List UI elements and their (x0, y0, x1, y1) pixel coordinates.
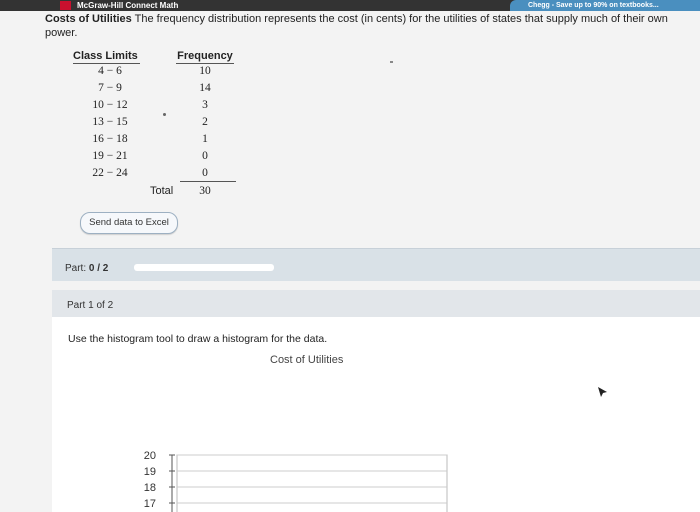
problem-title: Costs of Utilities (45, 13, 132, 25)
frequency-cell: 1 (202, 133, 208, 145)
total-label: Total (150, 185, 174, 197)
frequency-cell: 0 (202, 150, 208, 162)
browser-titlebar: McGraw-Hill Connect Math Chegg - Save up… (0, 0, 700, 11)
class-limit-cell: 16 − 18 (92, 133, 128, 145)
part-progress-bar: Part: 0 / 2 (52, 248, 700, 281)
class-limits-header: Class Limits (73, 50, 140, 64)
problem-heading: Costs of Utilities The frequency distrib… (45, 12, 695, 40)
progress-track (134, 264, 274, 271)
frequency-cell: 3 (202, 99, 208, 111)
part-label: Part: 0 / 2 (65, 263, 109, 274)
send-to-excel-button[interactable]: Send data to Excel (80, 212, 178, 234)
frequency-cell: 10 (199, 65, 211, 77)
class-limit-cell: 19 − 21 (92, 150, 128, 162)
y-tick-label: 17 (144, 498, 156, 510)
frequency-cell: 0 (202, 167, 208, 179)
part-score: 0 / 2 (88, 263, 109, 274)
class-limit-cell: 22 − 24 (92, 167, 128, 179)
problem-text: The frequency distribution represents th… (45, 13, 668, 39)
mcgraw-hill-logo-icon (60, 1, 71, 10)
frequency-cell: 2 (202, 116, 208, 128)
bullet-dot (163, 113, 166, 116)
mouse-cursor-icon (598, 387, 607, 397)
frequency-header: Frequency (176, 50, 234, 64)
y-tick-label: 20 (144, 450, 156, 462)
chegg-tab[interactable]: Chegg - Save up to 90% on textbooks... (510, 0, 700, 11)
histogram-tool[interactable]: 20 19 18 17 (52, 317, 700, 512)
part1-label: Part 1 of 2 (67, 300, 114, 311)
total-divider (180, 181, 236, 182)
y-tick-label: 18 (144, 482, 156, 494)
class-limit-cell: 7 − 9 (98, 82, 122, 94)
stray-mark (390, 61, 393, 63)
class-limit-cell: 13 − 15 (92, 116, 128, 128)
class-limit-cell: 4 − 6 (98, 65, 122, 77)
question-panel: Use the histogram tool to draw a histogr… (52, 317, 700, 512)
total-value: 30 (199, 185, 211, 197)
y-tick-label: 19 (144, 466, 156, 478)
window-title: McGraw-Hill Connect Math (77, 1, 179, 10)
part1-header: Part 1 of 2 (52, 290, 700, 317)
frequency-cell: 14 (199, 82, 211, 94)
class-limit-cell: 10 − 12 (92, 99, 128, 111)
